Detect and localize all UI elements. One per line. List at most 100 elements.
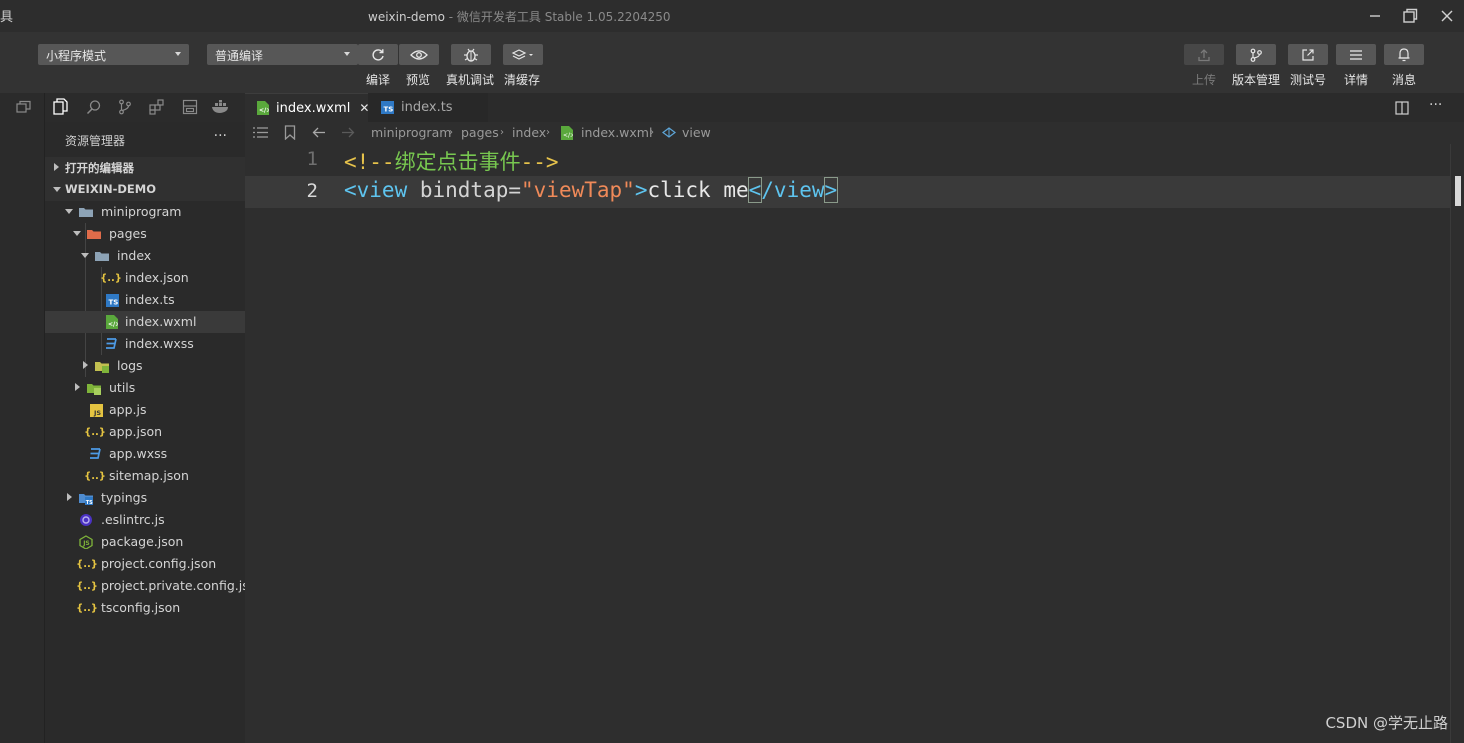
project-root-section[interactable]: WEIXIN-DEMO <box>45 179 245 201</box>
tag-name: <view <box>344 178 408 202</box>
json-file-icon: {..} <box>84 470 106 482</box>
menu-icon <box>1350 49 1362 60</box>
breadcrumb-item[interactable]: pages <box>461 125 499 140</box>
tree-item-label: app.json <box>109 424 163 439</box>
wxml-file-icon: </> <box>561 126 575 143</box>
test-account-button[interactable] <box>1288 44 1328 65</box>
code-line[interactable]: 1 <!--绑定点击事件--> <box>245 144 1450 176</box>
tree-item-sitemap-json[interactable]: {..} sitemap.json <box>45 465 245 487</box>
title-bar: 具 weixin-demo - 微信开发者工具 Stable 1.05.2204… <box>0 0 1464 32</box>
tag-name: /view <box>761 178 825 202</box>
compile-select[interactable]: 普通编译 <box>207 44 358 65</box>
tree-item-tsconfig[interactable]: {..} tsconfig.json <box>45 597 245 619</box>
extensions-button[interactable] <box>147 98 167 116</box>
tree-item-logs[interactable]: logs <box>45 355 245 377</box>
folder-open-icon <box>78 204 94 220</box>
breadcrumb: miniprogram › pages › index › </> index.… <box>245 122 1464 144</box>
tree-item-eslintrc[interactable]: .eslintrc.js <box>45 509 245 531</box>
code-content: <!--绑定点击事件--> <box>344 146 559 176</box>
eslint-file-icon <box>78 512 94 528</box>
bookmark-icon <box>284 125 296 141</box>
tree-item-app-json[interactable]: {..} app.json <box>45 421 245 443</box>
preview-button[interactable] <box>399 44 439 65</box>
preview-label: 预览 <box>406 73 431 87</box>
compile-button[interactable] <box>358 44 398 65</box>
json-file-icon: {..} <box>76 580 98 592</box>
svg-text:</>: </> <box>108 321 118 328</box>
bookmark-button[interactable] <box>284 125 296 143</box>
breadcrumb-item[interactable]: view <box>682 125 711 140</box>
tree-item-index-wxss[interactable]: index.wxss <box>45 333 245 355</box>
tree-item-index-json[interactable]: {..} index.json <box>45 267 245 289</box>
minimize-button[interactable] <box>1360 4 1390 28</box>
code-line-current[interactable]: 2 <view bindtap="viewTap">click me</view… <box>245 176 1450 208</box>
open-editors-section[interactable]: 打开的编辑器 <box>45 157 245 179</box>
tree-item-project-private-config[interactable]: {..} project.private.config.js... <box>45 575 261 597</box>
tree-item-label: project.config.json <box>101 556 217 571</box>
more-actions-icon[interactable]: ··· <box>1429 97 1442 113</box>
tree-item-index-folder[interactable]: index <box>45 245 245 267</box>
tree-item-index-ts[interactable]: TS index.ts <box>45 289 245 311</box>
mode-select-value: 小程序模式 <box>46 49 107 63</box>
mode-select[interactable]: 小程序模式 <box>38 44 189 65</box>
matched-bracket: < <box>747 177 763 203</box>
folder-icon <box>94 358 110 374</box>
tree-item-package-json[interactable]: JS package.json <box>45 531 245 553</box>
arrow-left-icon <box>312 127 325 138</box>
folder-typescript-icon: TS <box>78 490 94 506</box>
folder-open-icon <box>94 248 110 264</box>
extensions-icon <box>149 99 164 115</box>
save-icon <box>182 99 198 115</box>
source-control-button[interactable] <box>115 98 135 116</box>
tree-item-typings[interactable]: TS typings <box>45 487 245 509</box>
branch-icon <box>1250 48 1262 62</box>
code-editor[interactable]: 1 <!--绑定点击事件--> 2 <view bindtap="viewTap… <box>245 144 1464 743</box>
outline-button[interactable] <box>253 126 269 142</box>
vertical-scrollbar[interactable] <box>1450 144 1464 743</box>
breadcrumb-item[interactable]: miniprogram <box>371 125 451 140</box>
tree-item-label: project.private.config.js... <box>101 578 261 593</box>
css-file-icon <box>103 336 119 352</box>
tree-item-app-js[interactable]: JS app.js <box>45 399 245 421</box>
details-button[interactable] <box>1336 44 1376 65</box>
explorer-button[interactable] <box>51 98 71 116</box>
tree-item-label: index.wxml <box>125 314 197 329</box>
forward-button[interactable] <box>341 126 355 142</box>
svg-text:TS: TS <box>108 298 118 306</box>
tree-item-index-wxml[interactable]: </> index.wxml <box>45 311 245 333</box>
toggle-simulator-button[interactable] <box>14 98 34 116</box>
remote-debug-button[interactable] <box>451 44 491 65</box>
explorer-more-button[interactable]: ··· <box>214 128 227 144</box>
docker-icon <box>212 100 228 113</box>
breadcrumb-item[interactable]: index.wxml <box>581 125 652 140</box>
tab-index-ts[interactable]: TS index.ts <box>368 93 488 122</box>
back-button[interactable] <box>312 126 326 142</box>
tree-item-pages[interactable]: pages <box>45 223 245 245</box>
tree-item-label: app.wxss <box>109 446 168 461</box>
symbol-element-icon <box>661 126 677 142</box>
tree-item-app-wxss[interactable]: app.wxss <box>45 443 245 465</box>
tree-item-label: index.json <box>125 270 189 285</box>
clear-cache-button[interactable] <box>503 44 543 65</box>
storage-button[interactable] <box>180 98 200 116</box>
tab-index-wxml[interactable]: </> index.wxml ✕ <box>245 93 369 122</box>
watermark: CSDN @学无止路 <box>1325 714 1448 732</box>
explorer-panel: 资源管理器 ··· 打开的编辑器 WEIXIN-DEMO miniprogram… <box>45 122 261 743</box>
tree-item-project-config[interactable]: {..} project.config.json <box>45 553 245 575</box>
tree-item-miniprogram[interactable]: miniprogram <box>45 201 245 223</box>
messages-button[interactable] <box>1384 44 1424 65</box>
chevron-right-icon <box>75 383 80 391</box>
maximize-button[interactable] <box>1395 4 1425 28</box>
upload-button[interactable] <box>1184 44 1224 65</box>
search-button[interactable] <box>84 98 104 116</box>
version-control-button[interactable] <box>1236 44 1276 65</box>
tab-label: index.wxml <box>276 100 351 116</box>
close-window-button[interactable] <box>1432 4 1462 28</box>
breadcrumb-item[interactable]: index <box>512 125 546 140</box>
tree-item-label: index.ts <box>125 292 175 307</box>
tree-item-utils[interactable]: utils <box>45 377 245 399</box>
docker-button[interactable] <box>211 98 231 116</box>
minimize-icon <box>1370 15 1380 17</box>
split-editor-button[interactable] <box>1395 100 1409 119</box>
tree-item-label: miniprogram <box>101 204 182 219</box>
